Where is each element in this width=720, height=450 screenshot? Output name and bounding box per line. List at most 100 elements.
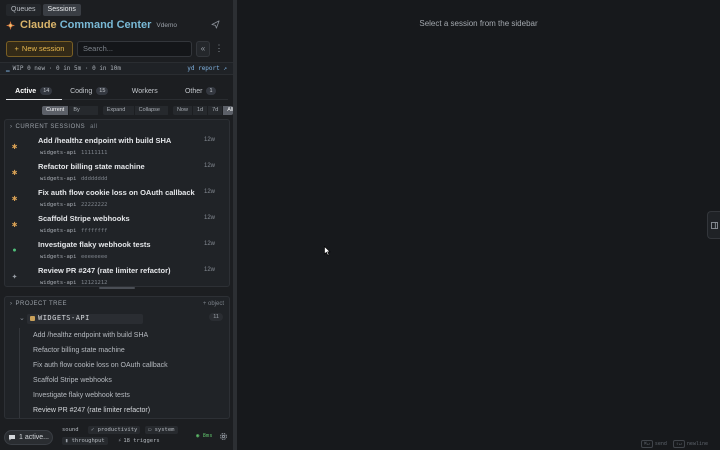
sparkle-icon: ✦ xyxy=(11,273,18,281)
session-hash: 12121212 xyxy=(81,280,108,286)
waiting-icon: ✱ xyxy=(11,169,18,177)
tab-active-count: 14 xyxy=(40,87,53,95)
tab-active[interactable]: Active 14 xyxy=(6,83,62,100)
session-title: Scaffold Stripe webhooks xyxy=(38,214,130,223)
tree-item[interactable]: Investigate flaky webhook tests xyxy=(20,388,168,403)
status-bars-icon: ▁ xyxy=(6,65,10,72)
tree-item[interactable]: Add /healthz endpoint with build SHA xyxy=(20,328,168,343)
system-toggle[interactable]: ▭ system xyxy=(145,426,178,434)
time-7d[interactable]: 7d xyxy=(208,106,224,115)
productivity-toggle[interactable]: ✓ productivity xyxy=(88,426,141,434)
report-link[interactable]: yd report ↗ xyxy=(187,65,227,72)
sessions-scrollbar[interactable] xyxy=(99,287,135,289)
current-sessions-header[interactable]: › CURRENT SESSIONS all xyxy=(5,120,229,134)
gear-icon[interactable] xyxy=(219,432,228,441)
group-mode-toggle: Current By objects xyxy=(42,106,99,115)
active-sessions-button[interactable]: 1 active... xyxy=(4,430,53,445)
chart-icon: ▮ xyxy=(65,438,72,444)
panel-icon xyxy=(710,221,718,229)
monitor-icon: ▭ xyxy=(148,427,155,433)
triggers-indicator[interactable]: ⚡ 18 triggers xyxy=(118,438,160,444)
chat-bubble-icon xyxy=(9,435,16,441)
tab-other-label: Other xyxy=(184,87,203,95)
send-shortcut-key: ⌘↵ xyxy=(640,440,653,448)
time-range-toggle: Now 1d 7d All xyxy=(172,106,233,115)
session-time: 12w xyxy=(203,163,215,169)
tab-queues[interactable]: Queues xyxy=(6,4,41,16)
tab-workers[interactable]: Workers xyxy=(117,83,173,100)
filter-current[interactable]: Current xyxy=(42,106,70,115)
tab-sessions[interactable]: Sessions xyxy=(42,4,81,16)
project-count-badge: 11 xyxy=(209,313,223,321)
new-session-button[interactable]: + New session xyxy=(6,40,73,57)
section-chevron-icon: › xyxy=(10,124,13,130)
app-title-accent: Command Center xyxy=(59,19,152,31)
send-hint: send xyxy=(654,441,667,447)
sound-toggle[interactable]: sound xyxy=(62,427,79,433)
tab-coding[interactable]: Coding 15 xyxy=(61,83,117,100)
app-title: Claude Command Center xyxy=(20,19,151,31)
session-title: Refactor billing state machine xyxy=(38,162,145,171)
view-tabs: Queues Sessions xyxy=(6,4,81,16)
main-panel: Select a session from the sidebar ⌘↵ send… xyxy=(237,0,720,450)
session-title: Review PR #247 (rate limiter refactor) xyxy=(38,266,171,275)
filter-by-objects[interactable]: By objects xyxy=(69,106,99,115)
wip-status-text: WIP 0 new · 0 in 5m · 0 in 10m xyxy=(12,65,121,72)
folder-icon xyxy=(30,316,35,321)
expand-toggle: Expand all Collapse all xyxy=(102,106,169,115)
session-project: widgets-api xyxy=(40,280,77,286)
tree-item[interactable]: Refactor billing state machine xyxy=(20,343,168,358)
tree-item[interactable]: Review PR #247 (rate limiter refactor) xyxy=(20,403,168,418)
triggers-label: 18 triggers xyxy=(123,438,160,444)
session-time: 12w xyxy=(203,189,215,195)
tree-item[interactable]: Fix auth flow cookie loss on OAuth callb… xyxy=(20,358,168,373)
throughput-toggle[interactable]: ▮ throughput xyxy=(62,437,108,445)
session-row[interactable]: ✱ Refactor billing state machine 12w widget… xyxy=(5,160,229,186)
chevron-down-icon: ⌄ xyxy=(19,315,25,322)
status-dot-icon: ◉ xyxy=(196,433,203,439)
app-title-prefix: Claude xyxy=(20,19,60,31)
toggle-side-panel-button[interactable] xyxy=(707,211,720,239)
session-row[interactable]: ✱ Add /healthz endpoint with build SHA 12w… xyxy=(5,134,229,160)
session-title: Investigate flaky webhook tests xyxy=(38,240,151,249)
tab-coding-count: 15 xyxy=(96,87,109,95)
session-time: 12w xyxy=(203,241,215,247)
category-tabs: Active 14 Coding 15 Workers Other 1 xyxy=(6,83,228,100)
current-sessions-title: CURRENT SESSIONS xyxy=(15,124,86,130)
add-object-button[interactable]: + object xyxy=(203,301,224,307)
session-project: widgets-api xyxy=(40,150,77,156)
current-sessions-sub: all xyxy=(90,124,98,130)
time-all[interactable]: All xyxy=(223,106,233,115)
time-1d[interactable]: 1d xyxy=(192,106,209,115)
session-project: widgets-api xyxy=(40,176,77,182)
project-tree-items: Add /healthz endpoint with build SHA Ref… xyxy=(19,328,168,418)
newline-shortcut-key: ⇧↵ xyxy=(672,440,685,448)
search-input[interactable] xyxy=(77,40,192,57)
expand-all-button[interactable]: Expand all xyxy=(102,106,135,115)
tree-item[interactable]: Scaffold Stripe webhooks xyxy=(20,373,168,388)
session-row[interactable]: ✦ Review PR #247 (rate limiter refactor) 1… xyxy=(5,264,229,286)
tab-other[interactable]: Other 1 xyxy=(172,83,228,100)
collapse-sidebar-button[interactable]: « xyxy=(196,40,210,57)
session-hash: ffffffff xyxy=(81,228,108,234)
project-row[interactable]: ⌄ WIDGETS-API 11 xyxy=(9,313,225,326)
collapse-all-button[interactable]: Collapse all xyxy=(134,106,169,115)
session-project: widgets-api xyxy=(40,254,77,260)
session-time: 12w xyxy=(203,137,215,143)
session-hash: eeeeeeee xyxy=(81,254,108,260)
project-name: WIDGETS-API xyxy=(38,314,90,322)
more-menu-button[interactable]: ⋮ xyxy=(214,41,224,57)
kebab-menu-icon: ⋮ xyxy=(214,43,224,53)
session-time: 12w xyxy=(203,215,215,221)
session-row[interactable]: ✱ Scaffold Stripe webhooks 12w widgets-api f… xyxy=(5,212,229,238)
sound-label: sound xyxy=(62,427,79,433)
new-session-label: New session xyxy=(21,44,65,53)
running-icon: ● xyxy=(12,247,17,254)
time-now[interactable]: Now xyxy=(172,106,193,115)
session-row[interactable]: ✱ Fix auth flow cookie loss on OAuth call… xyxy=(5,186,229,212)
plus-icon: + xyxy=(14,44,19,53)
send-icon[interactable] xyxy=(211,20,220,29)
session-title: Add /healthz endpoint with build SHA xyxy=(38,136,172,145)
session-row[interactable]: ● Investigate flaky webhook tests 12w widge… xyxy=(5,238,229,264)
app-logo-icon xyxy=(6,20,15,30)
